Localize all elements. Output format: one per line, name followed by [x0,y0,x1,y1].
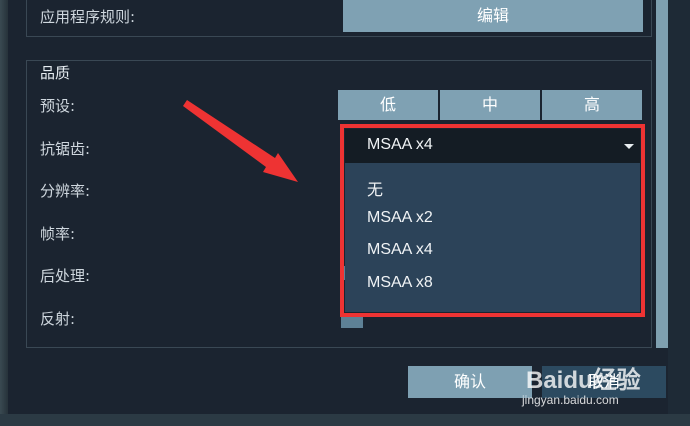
confirm-button[interactable]: 确认 [408,366,532,398]
watermark-brand: Baidu经验 [526,367,641,394]
window-bottom-edge [0,414,690,426]
watermark: Baidu经验 jingyan.baidu.com [520,350,680,410]
watermark-url: jingyan.baidu.com [522,393,619,407]
